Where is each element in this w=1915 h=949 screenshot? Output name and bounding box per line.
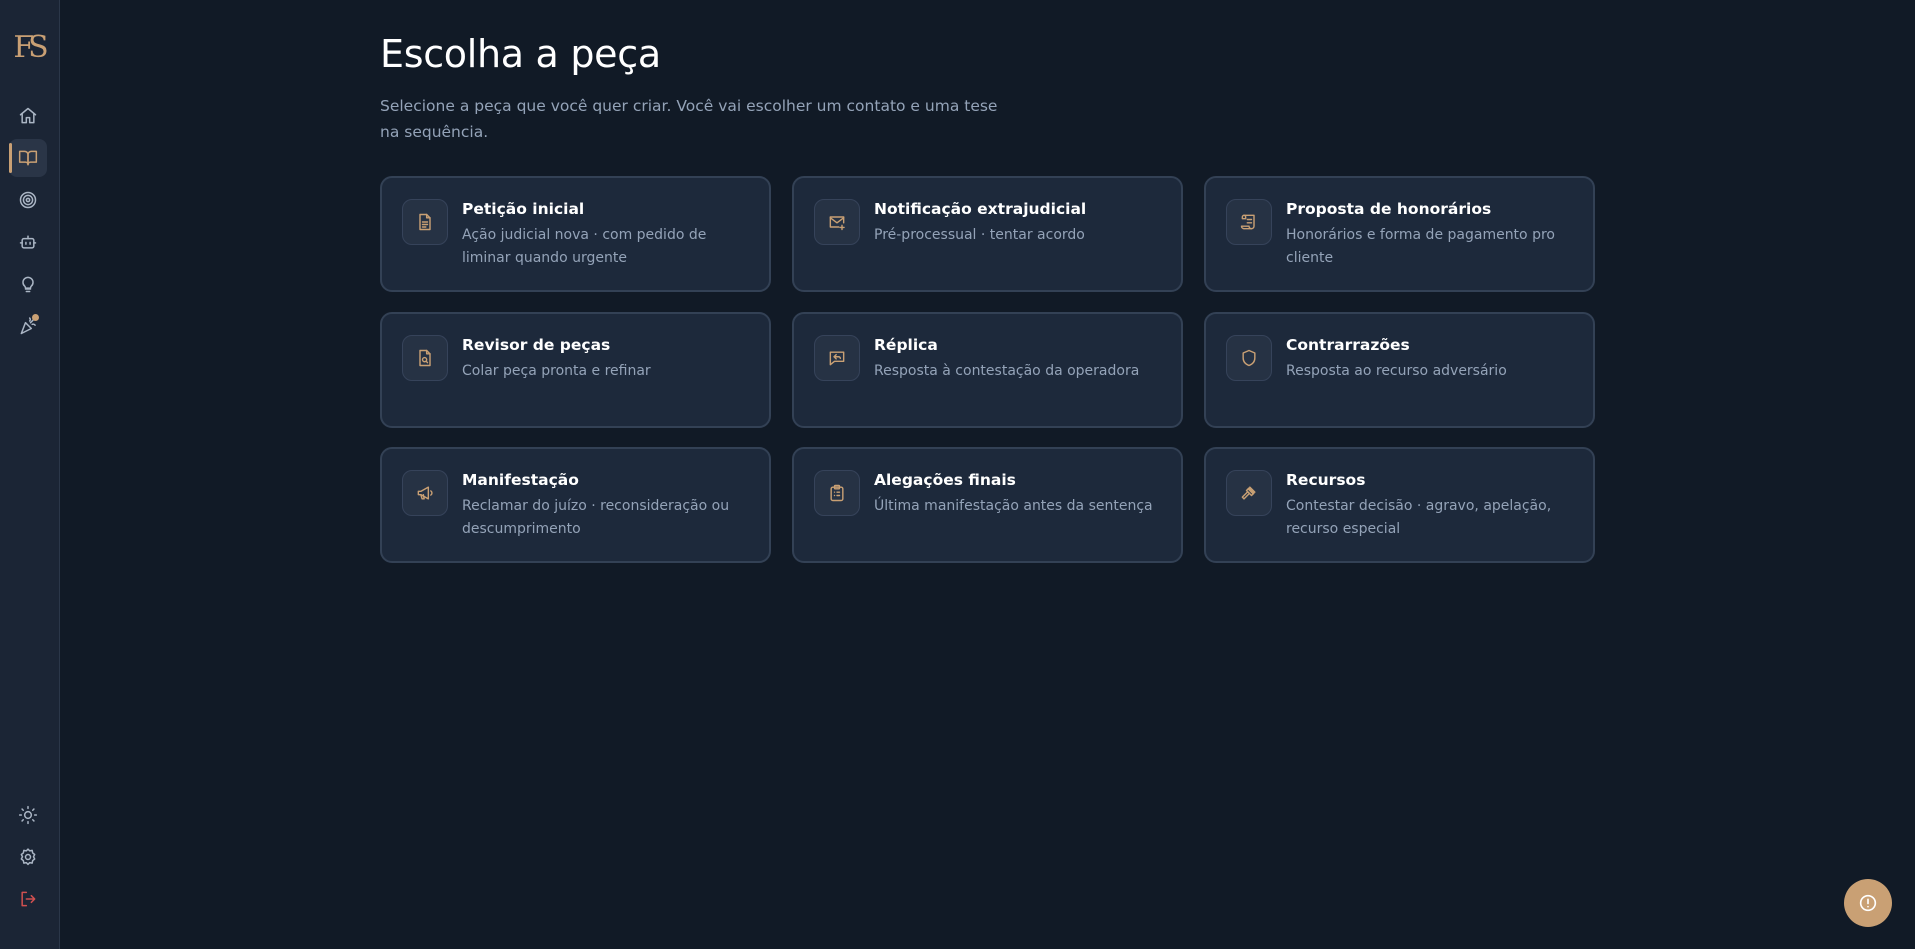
message-reply-icon xyxy=(829,351,845,366)
sidebar-item-metas[interactable] xyxy=(9,181,47,219)
notification-dot xyxy=(32,314,39,321)
logout-icon xyxy=(21,891,36,907)
card-revisor-pecas[interactable]: Revisor de peças Colar peça pronta e ref… xyxy=(380,312,771,428)
page-subtitle: Selecione a peça que você quer criar. Vo… xyxy=(380,97,998,141)
card-description: Pré-processual · tentar acordo xyxy=(874,227,1085,243)
sidebar-item-ideias[interactable] xyxy=(9,265,47,303)
card-description: Colar peça pronta e refinar xyxy=(462,363,651,379)
card-title: Recursos xyxy=(1286,471,1366,489)
mail-icon xyxy=(829,216,845,231)
card-icon-box xyxy=(814,199,860,245)
sidebar-item-configuracoes[interactable] xyxy=(9,838,47,876)
card-title: Revisor de peças xyxy=(462,336,611,354)
gear-icon xyxy=(20,848,36,866)
brand-logo[interactable]: FS xyxy=(10,30,48,66)
sidebar-item-novidades[interactable] xyxy=(9,307,47,345)
card-description: Reclamar do juízo · reconsideração ou de… xyxy=(462,498,730,537)
sidebar-item-home[interactable] xyxy=(9,97,47,135)
card-icon-box xyxy=(814,470,860,516)
card-title: Petição inicial xyxy=(462,200,585,218)
home-icon xyxy=(19,107,37,124)
target-icon xyxy=(19,191,37,209)
document-icon xyxy=(419,213,431,231)
card-title: Alegações finais xyxy=(874,471,1016,489)
card-peticao-inicial[interactable]: Petição inicial Ação judicial nova · com… xyxy=(380,176,771,292)
card-title: Proposta de honorários xyxy=(1286,200,1492,218)
card-icon-box xyxy=(402,199,448,245)
shield-icon xyxy=(1242,349,1256,367)
sidebar-item-assistente[interactable] xyxy=(9,223,47,261)
card-replica[interactable]: Réplica Resposta à contestação da operad… xyxy=(792,312,1183,428)
clipboard-list-icon xyxy=(830,484,844,502)
card-manifestacao[interactable]: Manifestação Reclamar do juízo · reconsi… xyxy=(380,447,771,563)
card-icon-box xyxy=(1226,199,1272,245)
page-title: Escolha a peça xyxy=(380,32,661,76)
card-description: Contestar decisão · agravo, apelação, re… xyxy=(1286,498,1552,537)
lightbulb-icon xyxy=(22,276,34,293)
gavel-icon xyxy=(1241,486,1256,500)
card-notificacao-extrajudicial[interactable]: Notificação extrajudicial Pré-processual… xyxy=(792,176,1183,292)
card-description: Resposta à contestação da operadora xyxy=(874,363,1140,379)
card-description: Honorários e forma de pagamento pro clie… xyxy=(1286,227,1555,266)
scroll-icon xyxy=(1240,214,1255,230)
card-description: Ação judicial nova · com pedido de limin… xyxy=(462,227,707,266)
alert-circle-icon xyxy=(1859,894,1877,912)
megaphone-icon xyxy=(417,486,433,500)
file-search-icon xyxy=(419,349,431,367)
sidebar-item-pecas[interactable] xyxy=(9,139,47,177)
card-proposta-honorarios[interactable]: Proposta de honorários Honorários e form… xyxy=(1204,176,1595,292)
card-alegacoes-finais[interactable]: Alegações finais Última manifestação ant… xyxy=(792,447,1183,563)
card-description: Última manifestação antes da sentença xyxy=(874,498,1153,514)
card-icon-box xyxy=(402,335,448,381)
card-title: Notificação extrajudicial xyxy=(874,200,1087,218)
sidebar: FS xyxy=(0,0,60,949)
sidebar-item-sair[interactable] xyxy=(9,880,47,918)
bot-icon xyxy=(19,235,37,249)
card-icon-box xyxy=(1226,470,1272,516)
card-icon-box xyxy=(1226,335,1272,381)
card-title: Réplica xyxy=(874,336,938,354)
card-title: Manifestação xyxy=(462,471,579,489)
piece-grid: Petição inicial Ação judicial nova · com… xyxy=(380,176,1596,564)
card-description: Resposta ao recurso adversário xyxy=(1286,363,1507,379)
card-icon-box xyxy=(402,470,448,516)
help-button[interactable] xyxy=(1844,879,1892,927)
card-title: Contrarrazões xyxy=(1286,336,1410,354)
card-contrarrazoes[interactable]: Contrarrazões Resposta ao recurso advers… xyxy=(1204,312,1595,428)
card-icon-box xyxy=(814,335,860,381)
book-open-icon xyxy=(18,150,38,166)
sidebar-item-tema[interactable] xyxy=(9,796,47,834)
sun-icon xyxy=(18,805,38,825)
card-recursos[interactable]: Recursos Contestar decisão · agravo, ape… xyxy=(1204,447,1595,563)
